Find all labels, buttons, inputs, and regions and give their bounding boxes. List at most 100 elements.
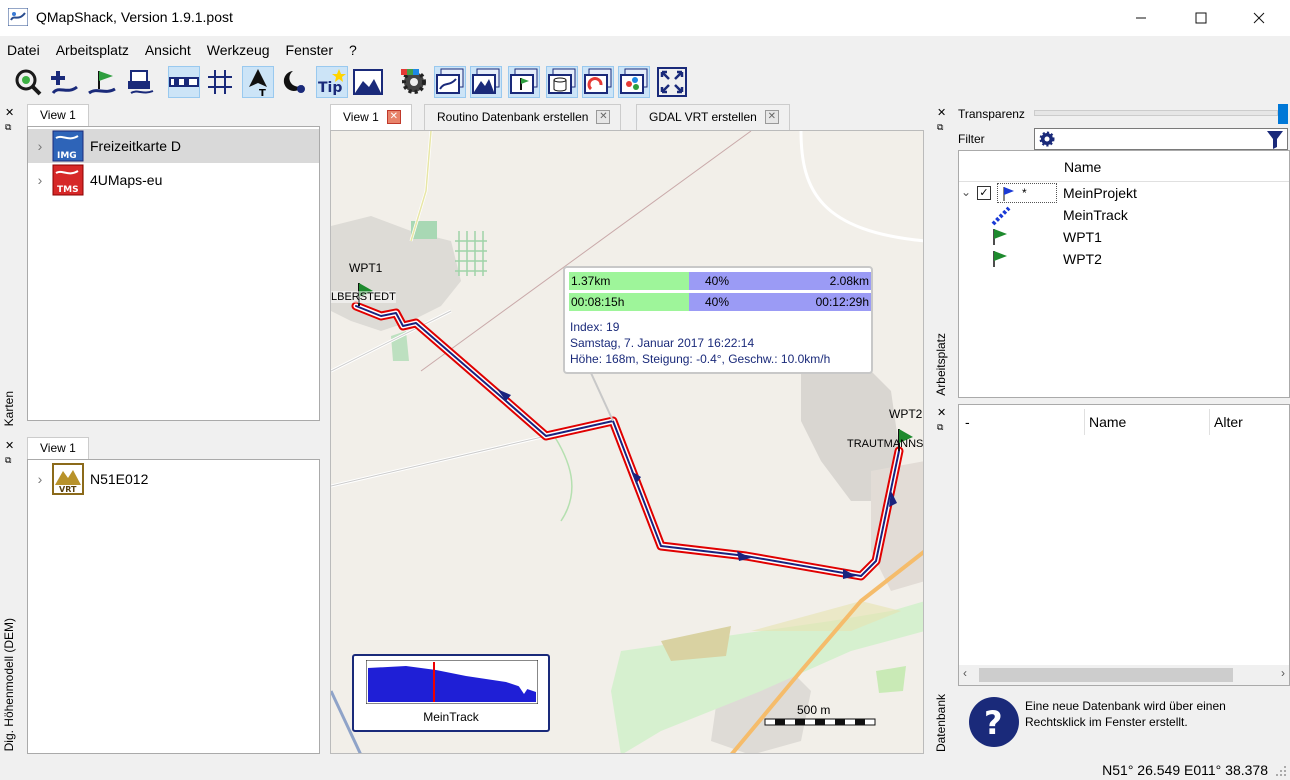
column-header-dash[interactable]: - bbox=[965, 414, 970, 430]
maximize-button[interactable] bbox=[1178, 0, 1224, 36]
filter-input[interactable] bbox=[1034, 128, 1288, 150]
gis-view-icon[interactable] bbox=[508, 66, 540, 98]
dock-float-icon[interactable]: ⧉ bbox=[5, 455, 11, 466]
cursor-coordinates: N51° 26.549 E011° 38.378 bbox=[1102, 762, 1268, 778]
chevron-right-icon[interactable]: › bbox=[28, 471, 52, 487]
rt-view-icon[interactable] bbox=[582, 66, 614, 98]
tree-item-map[interactable]: › IMG Freizeitkarte D bbox=[28, 129, 319, 163]
dem-tree: › VRT N51E012 bbox=[27, 459, 320, 754]
track-icon bbox=[991, 206, 1011, 226]
tab-gdal-vrt[interactable]: GDAL VRT erstellen ✕ bbox=[636, 104, 790, 130]
transparency-slider[interactable] bbox=[1034, 110, 1278, 116]
menu-arbeitsplatz[interactable]: Arbeitsplatz bbox=[56, 38, 137, 62]
map-view-icon[interactable] bbox=[434, 66, 466, 98]
database-view-icon[interactable] bbox=[546, 66, 578, 98]
horizontal-scrollbar[interactable]: ‹ › bbox=[959, 665, 1289, 685]
img-map-icon: IMG bbox=[52, 130, 84, 162]
track-info-popup: 1.37km 40% 2.08km 00:08:15h 40% 00:12:29… bbox=[563, 266, 873, 374]
help-question-icon: ? bbox=[969, 697, 1019, 747]
vrt-dem-icon: VRT bbox=[52, 463, 84, 495]
dem-view-icon[interactable] bbox=[470, 66, 502, 98]
tab-routino[interactable]: Routino Datenbank erstellen ✕ bbox=[424, 104, 622, 130]
close-tab-icon[interactable]: ✕ bbox=[764, 110, 779, 124]
transparency-slider-handle[interactable] bbox=[1278, 104, 1288, 124]
scrollbar-thumb[interactable] bbox=[979, 668, 1233, 682]
scroll-left-icon[interactable]: ‹ bbox=[963, 666, 967, 680]
grid-icon[interactable] bbox=[204, 66, 236, 98]
north-arrow-icon[interactable]: T bbox=[242, 66, 274, 98]
ruler-icon[interactable] bbox=[168, 66, 200, 98]
column-header-name[interactable]: Name bbox=[1089, 414, 1126, 430]
maps-dock-title: Karten bbox=[2, 390, 16, 426]
database-tree: - Name Alter ‹ › bbox=[958, 404, 1290, 686]
distance-total: 2.08km bbox=[829, 274, 869, 288]
filter-settings-icon[interactable] bbox=[1039, 131, 1055, 147]
fullscreen-icon[interactable] bbox=[656, 66, 688, 98]
night-mode-icon[interactable] bbox=[278, 66, 310, 98]
gis-project-view-icon[interactable] bbox=[618, 66, 650, 98]
workspace-dock-strip: ✕ ⧉ Arbeitsplatz bbox=[932, 104, 952, 400]
menu-datei[interactable]: Datei bbox=[7, 38, 48, 62]
qmapshack-app-icon bbox=[8, 8, 28, 26]
dock-float-icon[interactable]: ⧉ bbox=[937, 422, 943, 433]
tab-label: Routino Datenbank erstellen bbox=[437, 110, 589, 124]
elevation-profile-mini[interactable]: MeinTrack bbox=[352, 654, 550, 732]
menu-help[interactable]: ? bbox=[349, 38, 365, 62]
dock-float-icon[interactable]: ⧉ bbox=[937, 122, 943, 133]
tree-item-track[interactable]: MeinTrack bbox=[959, 205, 1289, 227]
svg-text:TMS: TMS bbox=[57, 185, 79, 195]
settings-gear-icon[interactable] bbox=[398, 66, 430, 98]
tree-item-label: N51E012 bbox=[90, 471, 149, 487]
chevron-down-icon[interactable]: ⌄ bbox=[961, 185, 971, 199]
tree-item-label: MeinTrack bbox=[1063, 207, 1128, 223]
dock-close-icon[interactable]: ✕ bbox=[5, 439, 14, 452]
chevron-right-icon[interactable]: › bbox=[28, 138, 52, 154]
close-tab-icon[interactable]: ✕ bbox=[386, 110, 401, 124]
workspace-tree: Name ⌄ ✓ * MeinProjekt MeinTrack WPT1 WP… bbox=[958, 150, 1290, 398]
dem-view-tab[interactable]: View 1 bbox=[27, 437, 89, 459]
map-window-icon[interactable] bbox=[352, 66, 384, 98]
menu-werkzeug[interactable]: Werkzeug bbox=[207, 38, 278, 62]
close-tab-icon[interactable]: ✕ bbox=[596, 110, 611, 124]
zoom-search-icon[interactable] bbox=[12, 66, 44, 98]
menu-fenster[interactable]: Fenster bbox=[286, 38, 341, 62]
dock-float-icon[interactable]: ⧉ bbox=[5, 122, 11, 133]
waypoint-label: WPT2 bbox=[889, 407, 923, 421]
column-header-age[interactable]: Alter bbox=[1214, 414, 1243, 430]
project-icon-frame: * bbox=[997, 183, 1057, 203]
tree-item-waypoint[interactable]: WPT1 bbox=[959, 227, 1289, 249]
column-header-name[interactable]: Name bbox=[1064, 159, 1101, 175]
scroll-right-icon[interactable]: › bbox=[1281, 666, 1285, 680]
tip-label: Tip bbox=[318, 80, 342, 96]
route-flag-icon[interactable] bbox=[86, 66, 118, 98]
project-checkbox[interactable]: ✓ bbox=[977, 186, 991, 200]
dock-close-icon[interactable]: ✕ bbox=[937, 106, 946, 119]
maps-view-tab[interactable]: View 1 bbox=[27, 104, 89, 126]
tab-label: GDAL VRT erstellen bbox=[649, 110, 757, 124]
distance-done: 1.37km bbox=[571, 274, 611, 288]
tree-item-dem[interactable]: › VRT N51E012 bbox=[28, 462, 319, 496]
add-waypoint-icon[interactable] bbox=[48, 66, 80, 98]
minimize-button[interactable] bbox=[1118, 0, 1164, 36]
tree-item-waypoint[interactable]: WPT2 bbox=[959, 249, 1289, 271]
dock-close-icon[interactable]: ✕ bbox=[5, 106, 14, 119]
tree-item-project[interactable]: ⌄ ✓ * MeinProjekt bbox=[959, 183, 1289, 205]
print-map-icon[interactable] bbox=[124, 66, 156, 98]
point-index: Index: 19 bbox=[570, 320, 620, 334]
profile-track-name: MeinTrack bbox=[423, 710, 479, 724]
tab-label: View 1 bbox=[343, 110, 379, 124]
maps-tree: › IMG Freizeitkarte D › TMS 4UMaps-eu bbox=[27, 126, 320, 421]
town-label: TRAUTMANNS bbox=[847, 438, 924, 450]
menu-ansicht[interactable]: Ansicht bbox=[145, 38, 199, 62]
svg-text:VRT: VRT bbox=[59, 485, 77, 494]
resize-grip-icon[interactable] bbox=[1274, 764, 1288, 778]
close-window-button[interactable] bbox=[1236, 0, 1282, 36]
dock-close-icon[interactable]: ✕ bbox=[937, 406, 946, 419]
filter-funnel-icon[interactable] bbox=[1267, 131, 1283, 149]
tooltip-icon[interactable]: Tip bbox=[316, 66, 348, 98]
tree-item-map[interactable]: › TMS 4UMaps-eu bbox=[28, 163, 319, 197]
time-done: 00:08:15h bbox=[571, 295, 625, 309]
chevron-right-icon[interactable]: › bbox=[28, 172, 52, 188]
tab-view-1[interactable]: View 1 ✕ bbox=[330, 104, 412, 130]
time-total: 00:12:29h bbox=[815, 295, 869, 309]
